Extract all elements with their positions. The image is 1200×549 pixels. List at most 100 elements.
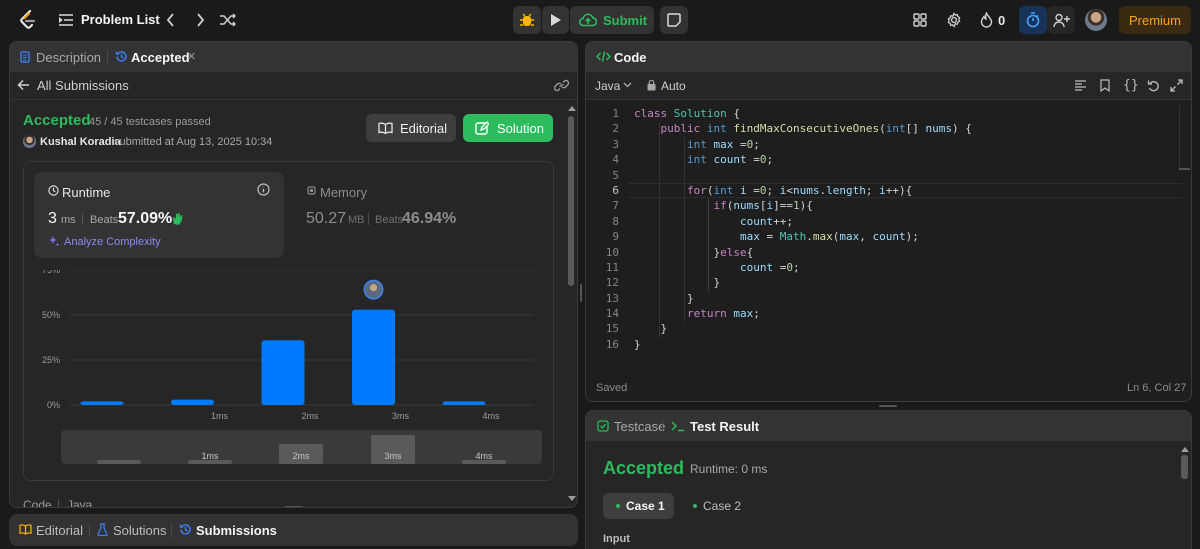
line-number: 7 <box>612 199 619 213</box>
solution-button[interactable]: Solution <box>463 114 553 142</box>
overview-tick-label: 1ms <box>201 451 219 461</box>
line-number: 14 <box>605 307 619 321</box>
case-1-button[interactable]: Case 1 <box>603 493 674 519</box>
tab-sep-1 <box>89 524 90 537</box>
x-tick-label: 1ms <box>211 411 229 421</box>
line-number: 9 <box>612 230 619 244</box>
back-arrow-icon[interactable] <box>17 79 30 91</box>
overview-tick-label: 2ms <box>292 451 310 461</box>
tab-accepted[interactable]: Accepted <box>131 50 190 65</box>
vertical-splitter[interactable] <box>580 284 582 302</box>
cloud-upload-icon <box>579 13 597 27</box>
line-number: 16 <box>605 337 619 351</box>
chip-icon <box>306 185 317 196</box>
indent-guide <box>659 122 660 337</box>
tab-editorial[interactable]: Editorial <box>36 523 83 538</box>
language-select[interactable]: Java <box>595 79 620 93</box>
close-tab-icon[interactable]: × <box>187 48 196 65</box>
username[interactable]: Kushal Koradia <box>40 136 121 148</box>
horizontal-splitter[interactable] <box>879 405 897 407</box>
editorial-label: Editorial <box>400 120 447 136</box>
shuffle-icon[interactable] <box>219 12 237 28</box>
info-icon[interactable] <box>257 183 270 196</box>
book-icon <box>378 122 393 134</box>
reset-icon[interactable] <box>1147 79 1160 92</box>
timer-button[interactable] <box>1019 6 1047 34</box>
scrollbar-thumb[interactable] <box>568 116 574 286</box>
resize-handle[interactable] <box>285 506 303 507</box>
chevron-left-icon[interactable] <box>163 12 177 28</box>
add-user-icon <box>1052 13 1070 28</box>
tab-description[interactable]: Description <box>36 50 101 65</box>
memory-unit: MB <box>348 214 365 226</box>
left-panel: Description Accepted × All Submissions A… <box>9 41 578 508</box>
memory-beats: 46.94% <box>402 210 457 227</box>
logo-icon[interactable] <box>18 10 38 30</box>
flask-icon <box>97 523 108 536</box>
case-2-label: Case 2 <box>703 499 742 513</box>
code-editor[interactable]: 1 2 3 4 5 6 7 8 9 10 11 12 13 14 15 16 class Solution {… <box>586 106 1191 356</box>
x-tick-label: 4ms <box>482 411 500 421</box>
tab-submissions[interactable]: Submissions <box>196 523 277 538</box>
invite-button[interactable] <box>1047 6 1075 34</box>
streak-count: 0 <box>998 13 1006 28</box>
format-icon[interactable] <box>1074 80 1087 91</box>
case-2-button[interactable]: Case 2 <box>682 493 753 519</box>
terminal-icon <box>671 420 685 432</box>
problem-list-link[interactable]: Problem List <box>81 12 160 27</box>
indent-guide <box>684 137 685 322</box>
all-submissions-link[interactable]: All Submissions <box>37 78 129 93</box>
avatar[interactable] <box>1085 9 1107 31</box>
left-bottom-tabs: Editorial Solutions Submissions <box>9 514 578 546</box>
chevron-right-icon[interactable] <box>193 12 207 28</box>
testcases-passed: 45 / 45 testcases passed <box>89 116 211 128</box>
tab-test-result[interactable]: Test Result <box>690 419 759 434</box>
notes-button[interactable] <box>660 6 688 34</box>
chart-bar <box>442 401 486 405</box>
line-number: 6 <box>612 183 619 197</box>
runtime-sep <box>82 213 83 225</box>
tab-solutions[interactable]: Solutions <box>113 523 166 538</box>
y-tick-label: 25% <box>42 355 60 365</box>
runtime-unit: ms <box>61 214 76 226</box>
x-tick-label: 3ms <box>392 411 410 421</box>
lock-icon <box>647 79 656 91</box>
note-icon <box>667 13 681 27</box>
link-icon[interactable] <box>554 79 569 92</box>
cursor-position: Ln 6, Col 27 <box>1127 382 1187 394</box>
run-button[interactable] <box>542 6 569 34</box>
auto-mode[interactable]: Auto <box>661 79 686 93</box>
chevron-down-icon[interactable] <box>623 82 632 88</box>
braces-icon[interactable]: {} <box>1123 78 1139 93</box>
editor-scrollbar[interactable] <box>1179 106 1187 170</box>
editorial-button[interactable]: Editorial <box>366 114 456 142</box>
scrollbar-track[interactable] <box>566 106 576 507</box>
tab-testcase[interactable]: Testcase <box>614 419 665 434</box>
runtime-label: Runtime <box>62 185 111 200</box>
line-number: 1 <box>612 107 619 120</box>
expand-icon[interactable] <box>1170 79 1183 92</box>
analyze-complexity-link[interactable]: Analyze Complexity <box>64 236 161 248</box>
gear-icon[interactable] <box>945 11 963 29</box>
scroll-up-icon[interactable] <box>1181 447 1189 452</box>
submitted-at: submitted at Aug 13, 2025 10:34 <box>114 136 273 148</box>
grid-icon[interactable] <box>912 12 928 28</box>
submit-label: Submit <box>603 12 648 28</box>
debug-button[interactable] <box>513 6 541 34</box>
play-icon <box>550 13 562 27</box>
scroll-up-icon[interactable] <box>568 106 576 111</box>
fire-icon[interactable] <box>978 11 994 29</box>
premium-button[interactable]: Premium <box>1119 6 1191 34</box>
list-icon[interactable] <box>58 13 74 27</box>
bookmark-icon[interactable] <box>1100 79 1110 92</box>
memory-card[interactable]: Memory 50.27 MB Beats 46.94% <box>296 172 546 258</box>
test-scrollbar[interactable] <box>1180 445 1190 549</box>
runtime-card[interactable]: Runtime 3 ms Beats 57.09% Analyze Comple… <box>34 172 284 258</box>
overview-tick-label: 3ms <box>384 451 402 461</box>
runtime-beats-label: Beats <box>90 214 119 226</box>
submit-button[interactable]: Submit <box>570 6 654 34</box>
runtime-beats: 57.09% <box>118 210 173 227</box>
scrollbar-thumb[interactable] <box>1181 455 1188 479</box>
x-tick-label: 2ms <box>301 411 319 421</box>
scroll-down-icon[interactable] <box>568 496 576 501</box>
